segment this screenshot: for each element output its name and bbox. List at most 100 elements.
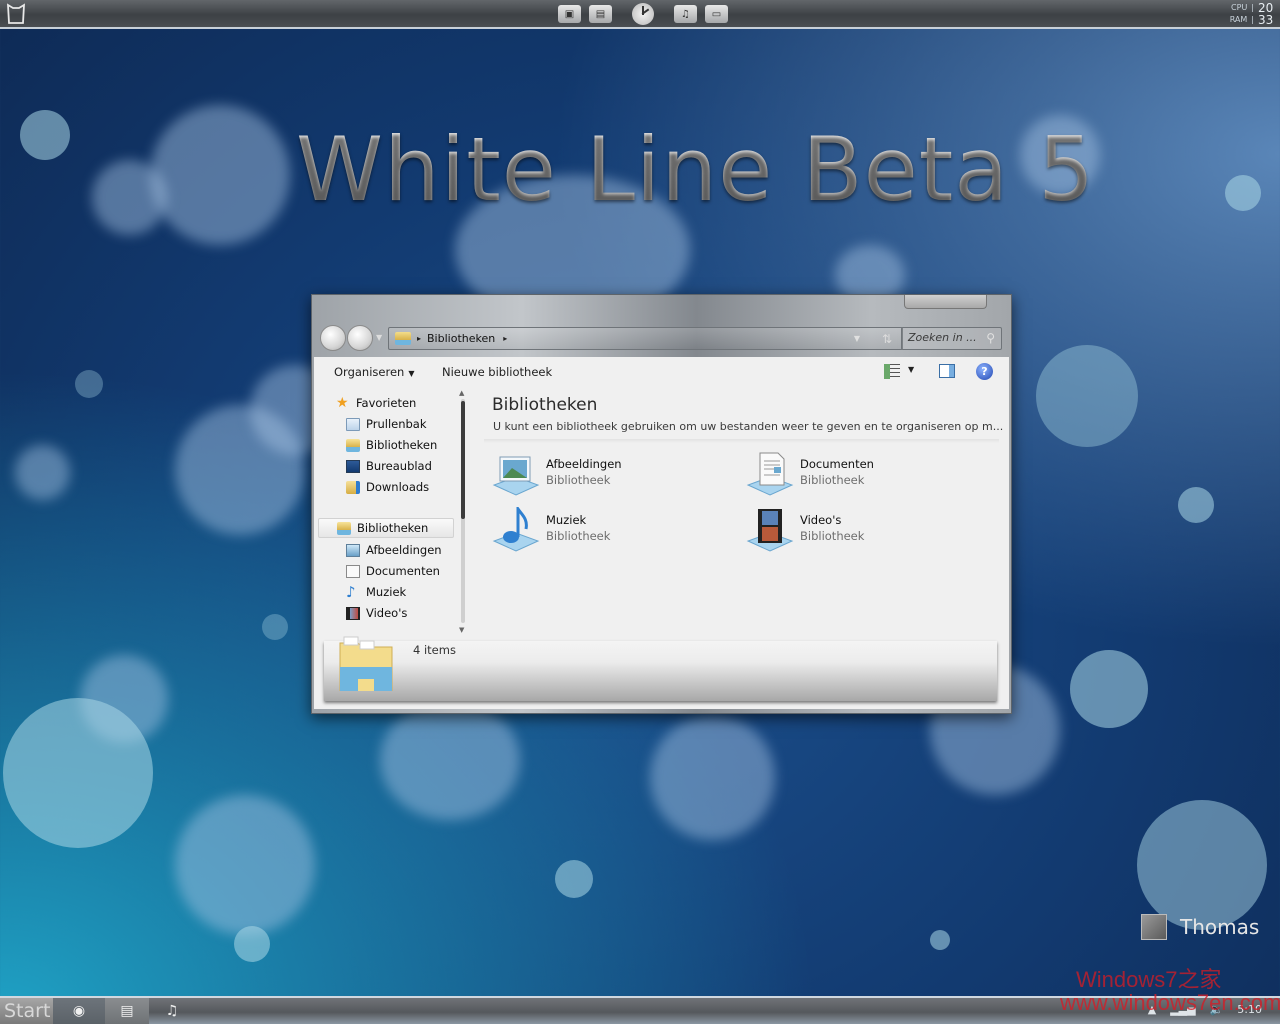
- sidebar-item-videos[interactable]: Video's: [346, 603, 407, 623]
- user-tile[interactable]: Thomas: [1141, 914, 1259, 940]
- refresh-icon[interactable]: ⇅: [882, 332, 892, 346]
- taskbar-music-button[interactable]: ♫: [149, 998, 195, 1024]
- documents-folder-icon[interactable]: ▤: [589, 5, 612, 23]
- organize-label: Organiseren: [334, 365, 405, 379]
- bokeh-light: [1178, 487, 1214, 523]
- content-pane: Bibliotheken U kunt een bibliotheek gebr…: [484, 389, 1003, 634]
- desktop-icon: [346, 459, 360, 473]
- sidebar-item-label: Documenten: [366, 564, 440, 578]
- sidebar-item-label: Afbeeldingen: [366, 543, 442, 557]
- bokeh-light: [555, 860, 593, 898]
- command-bar: Organiseren ▼ Nieuwe bibliotheek ▼ ?: [314, 357, 1009, 387]
- caption-buttons[interactable]: [904, 295, 987, 309]
- taskbar-explorer-button[interactable]: ▤: [105, 998, 149, 1024]
- music-note-icon: ♪: [346, 582, 356, 601]
- bokeh-light: [930, 930, 950, 950]
- start-button[interactable]: Start: [0, 998, 53, 1024]
- explorer-body: Organiseren ▼ Nieuwe bibliotheek ▼ ? ★ Fa…: [314, 357, 1009, 709]
- preview-pane-icon[interactable]: [939, 364, 955, 378]
- search-input[interactable]: Zoeken in ... ⚲: [901, 327, 1002, 350]
- breadcrumb-arrow-icon[interactable]: ▸: [417, 334, 421, 343]
- back-button[interactable]: [320, 325, 346, 351]
- pictures-folder-icon[interactable]: ▣: [558, 5, 581, 23]
- sidebar-item-label: Downloads: [366, 480, 430, 494]
- film-icon: [346, 606, 360, 620]
- cup-logo-icon[interactable]: [6, 3, 26, 25]
- scroll-up-icon[interactable]: ▲: [459, 389, 464, 397]
- library-item-pictures[interactable]: Afbeeldingen Bibliotheek: [492, 451, 732, 497]
- documents-library-icon: [746, 452, 794, 496]
- bokeh-light: [15, 445, 70, 500]
- sidebar-item-label: Bibliotheken: [357, 521, 429, 535]
- libraries-icon: [346, 438, 360, 452]
- firefox-icon: ◉: [72, 1003, 86, 1019]
- bokeh-light: [234, 926, 270, 962]
- help-icon[interactable]: ?: [976, 363, 993, 380]
- library-type: Bibliotheek: [800, 529, 865, 543]
- change-view-icon[interactable]: [884, 364, 900, 379]
- bokeh-light: [650, 715, 775, 840]
- videos-folder-icon[interactable]: ▭: [705, 5, 728, 23]
- page-description: U kunt een bibliotheek gebruiken om uw b…: [493, 420, 1004, 433]
- sidebar-item-favorites[interactable]: ★ Favorieten: [336, 393, 416, 413]
- view-options-dropdown[interactable]: ▼: [908, 365, 914, 374]
- forward-button[interactable]: [347, 325, 373, 351]
- taskbar-firefox-button[interactable]: ◉: [53, 998, 105, 1024]
- sidebar-item-documents[interactable]: Documenten: [346, 561, 440, 581]
- header-divider: [484, 439, 999, 443]
- system-stats: CPU | 20 RAM | 33: [1230, 2, 1274, 26]
- scroll-thumb[interactable]: [461, 401, 465, 519]
- stats-separator: |: [1251, 15, 1254, 24]
- details-pane: 4 items: [324, 636, 997, 701]
- organize-button[interactable]: Organiseren ▼: [334, 365, 414, 379]
- sidebar-item-pictures[interactable]: Afbeeldingen: [346, 540, 442, 560]
- library-name: Video's: [800, 513, 842, 527]
- documents-icon: [346, 564, 360, 578]
- music-icon: ♫: [165, 1003, 179, 1019]
- sidebar-item-desktop[interactable]: Bureaublad: [346, 456, 432, 476]
- breadcrumb-arrow-icon[interactable]: ▸: [503, 334, 507, 343]
- library-item-documents[interactable]: Documenten Bibliotheek: [746, 451, 986, 497]
- navigation-scrollbar[interactable]: ▲ ▼: [459, 389, 466, 634]
- bokeh-light: [1036, 345, 1138, 447]
- music-library-icon: [492, 507, 540, 552]
- bokeh-light: [20, 110, 70, 160]
- navigation-pane: ★ Favorieten Prullenbak Bibliotheken Bur…: [314, 389, 459, 634]
- item-count: 4 items: [413, 643, 456, 657]
- bokeh-light: [80, 655, 168, 743]
- library-type: Bibliotheek: [546, 529, 611, 543]
- sidebar-item-downloads[interactable]: Downloads: [346, 477, 429, 497]
- star-icon: ★: [336, 394, 349, 411]
- library-item-videos[interactable]: Video's Bibliotheek: [746, 507, 986, 553]
- sidebar-item-music[interactable]: ♪ Muziek: [346, 582, 406, 602]
- recycle-bin-icon: [346, 417, 360, 431]
- bokeh-light: [150, 105, 290, 245]
- sidebar-item-label: Favorieten: [356, 396, 417, 410]
- cpu-label: CPU: [1231, 3, 1248, 12]
- music-folder-icon[interactable]: ♫: [674, 5, 697, 23]
- address-bar[interactable]: ▸ Bibliotheken ▸ ▼ ⇅: [388, 327, 903, 350]
- avatar[interactable]: [1141, 914, 1167, 940]
- libraries-folder-icon: [339, 636, 393, 691]
- address-dropdown-icon[interactable]: ▼: [854, 334, 860, 343]
- bokeh-light: [75, 370, 103, 398]
- bokeh-light: [175, 795, 315, 935]
- sidebar-item-recycle-bin[interactable]: Prullenbak: [346, 414, 427, 434]
- library-item-music[interactable]: Muziek Bibliotheek: [492, 507, 732, 553]
- bokeh-light: [3, 698, 153, 848]
- libraries-icon: [337, 521, 351, 535]
- sidebar-item-libraries-fav[interactable]: Bibliotheken: [346, 435, 437, 455]
- videos-library-icon: [746, 509, 794, 552]
- clock-icon[interactable]: [632, 3, 654, 25]
- stats-separator: |: [1251, 3, 1254, 12]
- new-library-button[interactable]: Nieuwe bibliotheek: [442, 365, 552, 379]
- breadcrumb-libraries[interactable]: Bibliotheken: [427, 332, 495, 345]
- search-icon[interactable]: ⚲: [986, 331, 995, 345]
- scroll-down-icon[interactable]: ▼: [459, 626, 464, 634]
- bokeh-light: [1070, 650, 1148, 728]
- recent-pages-dropdown[interactable]: ▼: [376, 333, 382, 342]
- sidebar-item-label: Bureaublad: [366, 459, 432, 473]
- explorer-window: ▼ ▸ Bibliotheken ▸ ▼ ⇅ Zoeken in ... ⚲ O…: [311, 294, 1012, 714]
- sidebar-item-libraries[interactable]: Bibliotheken: [318, 518, 454, 538]
- bokeh-light: [1225, 175, 1261, 211]
